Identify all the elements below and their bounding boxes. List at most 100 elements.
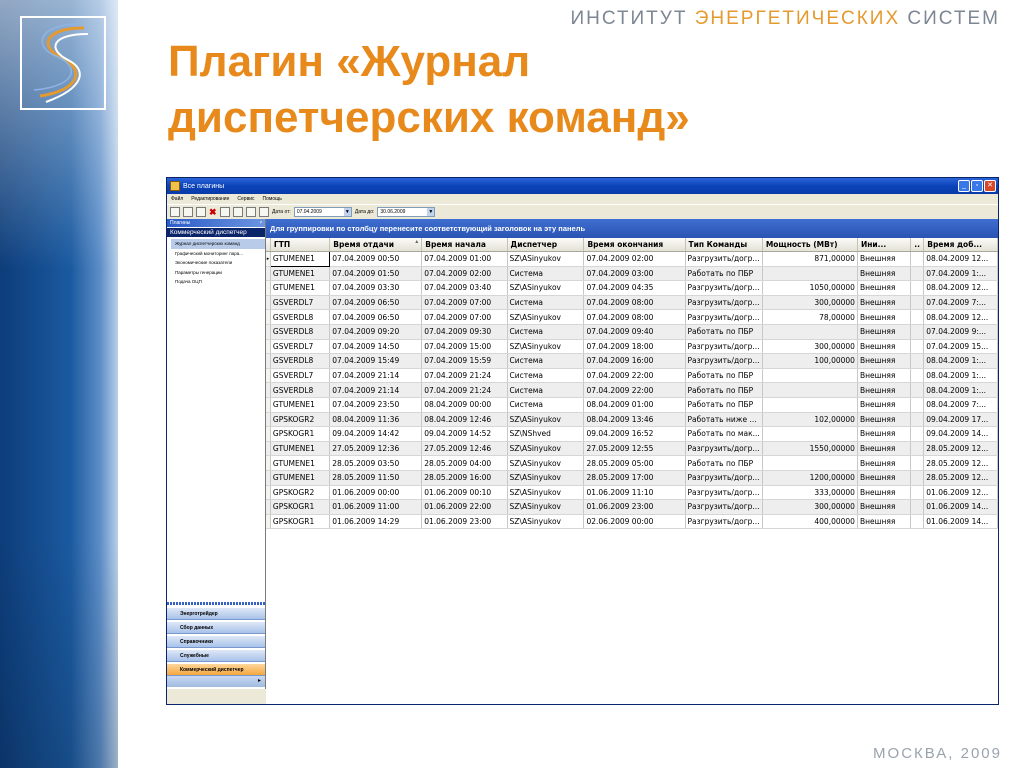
delete-icon[interactable]: ✖ [209, 208, 217, 217]
nav-splitter[interactable] [167, 602, 265, 605]
table-cell[interactable]: 07.04.2009 08:00 [583, 309, 686, 325]
table-cell[interactable]: Внешняя [857, 339, 912, 355]
table-cell[interactable]: 28.05.2009 16:00 [421, 470, 508, 486]
nav-service[interactable]: Служебные [167, 649, 265, 662]
chevron-right-icon[interactable]: ▸ [258, 678, 261, 684]
pin-icon[interactable]: ᵖ [260, 219, 262, 227]
table-cell[interactable] [762, 426, 858, 442]
table-cell[interactable]: 01.06.2009 00:10 [421, 485, 508, 501]
table-cell[interactable]: 01.06.2009 11:10 [583, 485, 686, 501]
table-cell[interactable] [762, 382, 858, 398]
table-cell[interactable]: Разгрузить/догр... [685, 339, 763, 355]
table-cell[interactable]: 07.04.2009 03:40 [421, 280, 508, 296]
table-cell[interactable]: 08.04.2009 00:00 [421, 397, 508, 413]
table-cell[interactable]: GSVERDL8 [270, 324, 331, 340]
table-row[interactable]: GTUMENE1 28.05.2009 11:50 28.05.2009 16:00… [266, 470, 998, 486]
table-cell[interactable]: GSVERDL7 [270, 368, 331, 384]
table-cell[interactable]: 08.04.2009 1:... [923, 382, 998, 398]
table-cell[interactable]: Внешняя [857, 280, 912, 296]
table-cell[interactable]: 1550,00000 [762, 441, 858, 457]
table-cell[interactable]: Внешняя [857, 295, 912, 311]
table-cell[interactable] [910, 368, 925, 384]
table-cell[interactable]: Внешняя [857, 441, 912, 457]
table-cell[interactable]: 01.06.2009 11:00 [329, 499, 423, 515]
table-cell[interactable]: 07.04.2009 21:14 [329, 368, 423, 384]
table-cell[interactable]: 09.04.2009 17... [923, 412, 998, 428]
table-cell[interactable]: Внешняя [857, 499, 912, 515]
table-cell[interactable] [910, 397, 925, 413]
table-cell[interactable]: Разгрузить/догр... [685, 309, 763, 325]
table-cell[interactable]: 28.05.2009 05:00 [583, 455, 686, 471]
minimize-button[interactable]: _ [958, 180, 970, 192]
table-cell[interactable]: GPSKOGR1 [270, 514, 331, 530]
table-cell[interactable]: Внешняя [857, 455, 912, 471]
table-cell[interactable]: 07.04.2009 7:... [923, 295, 998, 311]
table-cell[interactable] [910, 441, 925, 457]
tree-item-journal[interactable]: Журнал диспетчерских команд [171, 239, 265, 249]
table-cell[interactable]: Работать по мак... [685, 426, 763, 442]
table-cell[interactable]: Система [507, 353, 585, 369]
table-cell[interactable]: 07.04.2009 09:20 [329, 324, 423, 340]
col-header-gtp[interactable]: ГТП [270, 238, 331, 252]
table-cell[interactable]: SZ\ASinyukov [507, 309, 585, 325]
table-cell[interactable] [910, 382, 925, 398]
table-cell[interactable]: SZ\ASinyukov [507, 339, 585, 355]
table-cell[interactable]: 28.05.2009 17:00 [583, 470, 686, 486]
tree-item-monitoring[interactable]: Графический мониторинг пара... [167, 249, 265, 259]
col-header-initiator[interactable]: Ини... [857, 238, 912, 252]
table-cell[interactable]: 07.04.2009 08:00 [583, 295, 686, 311]
table-cell[interactable]: 01.06.2009 14... [923, 499, 998, 515]
table-row[interactable]: GTUMENE1 07.04.2009 23:50 08.04.2009 00:00… [266, 397, 998, 413]
col-header-dispatcher[interactable]: Диспетчер [507, 238, 585, 252]
table-cell[interactable]: Система [507, 295, 585, 311]
menu-service[interactable]: Сервис [237, 196, 254, 202]
table-cell[interactable]: SZ\ASinyukov [507, 441, 585, 457]
table-row[interactable]: ▸ GTUMENE1 07.04.2009 00:50 07.04.2009 01:0… [266, 251, 998, 267]
table-cell[interactable]: 07.04.2009 18:00 [583, 339, 686, 355]
table-cell[interactable]: 08.04.2009 1:... [923, 353, 998, 369]
table-row[interactable]: GPSKOGR2 08.04.2009 11:36 08.04.2009 12:46… [266, 412, 998, 428]
table-cell[interactable]: SZ\ASinyukov [507, 412, 585, 428]
table-cell[interactable]: 01.06.2009 12... [923, 485, 998, 501]
table-cell[interactable]: 07.04.2009 06:50 [329, 295, 423, 311]
table-cell[interactable]: Внешняя [857, 266, 912, 282]
table-cell[interactable]: 07.04.2009 22:00 [583, 368, 686, 384]
table-cell[interactable] [910, 339, 925, 355]
table-cell[interactable]: 07.04.2009 01:00 [421, 251, 508, 267]
chevron-down-icon[interactable]: ▼ [427, 208, 435, 216]
table-cell[interactable]: 28.05.2009 11:50 [329, 470, 423, 486]
table-row[interactable]: GPSKOGR1 01.06.2009 14:29 01.06.2009 23:00… [266, 514, 998, 530]
table-cell[interactable]: GSVERDL7 [270, 295, 331, 311]
table-cell[interactable]: 08.04.2009 12:46 [421, 412, 508, 428]
table-cell[interactable]: Внешняя [857, 426, 912, 442]
table-cell[interactable]: Внешняя [857, 368, 912, 384]
table-cell[interactable]: 02.06.2009 00:00 [583, 514, 686, 530]
chevron-down-icon[interactable]: ▼ [343, 208, 351, 216]
table-cell[interactable]: GPSKOGR2 [270, 412, 331, 428]
table-cell[interactable] [910, 280, 925, 296]
table-cell[interactable]: 01.06.2009 00:00 [329, 485, 423, 501]
table-cell[interactable]: Разгрузить/догр... [685, 441, 763, 457]
table-cell[interactable]: 333,00000 [762, 485, 858, 501]
table-cell[interactable]: Разгрузить/догр... [685, 295, 763, 311]
table-cell[interactable]: Разгрузить/догр... [685, 499, 763, 515]
table-cell[interactable]: Внешняя [857, 514, 912, 530]
table-row[interactable]: GSVERDL7 07.04.2009 06:50 07.04.2009 07:00… [266, 295, 998, 311]
table-cell[interactable] [762, 324, 858, 340]
table-cell[interactable]: GSVERDL8 [270, 382, 331, 398]
table-cell[interactable]: 28.05.2009 12... [923, 441, 998, 457]
table-cell[interactable]: GPSKOGR2 [270, 485, 331, 501]
table-cell[interactable]: 08.04.2009 01:00 [583, 397, 686, 413]
col-header-power[interactable]: Мощность (МВт) [762, 238, 858, 252]
nav-overflow[interactable]: ▸ [167, 676, 265, 687]
table-cell[interactable] [762, 266, 858, 282]
grid-view-icon[interactable] [170, 207, 180, 217]
table-cell[interactable]: 08.04.2009 1:... [923, 368, 998, 384]
table-cell[interactable]: SZ\ASinyukov [507, 280, 585, 296]
table-cell[interactable] [910, 266, 925, 282]
col-header-command-type[interactable]: Тип Команды [685, 238, 763, 252]
table-cell[interactable]: 01.06.2009 14:29 [329, 514, 423, 530]
nav-energotrader[interactable]: Энерготрейдер [167, 607, 265, 620]
table-cell[interactable]: 08.04.2009 12... [923, 309, 998, 325]
table-cell[interactable]: 01.06.2009 14... [923, 514, 998, 530]
